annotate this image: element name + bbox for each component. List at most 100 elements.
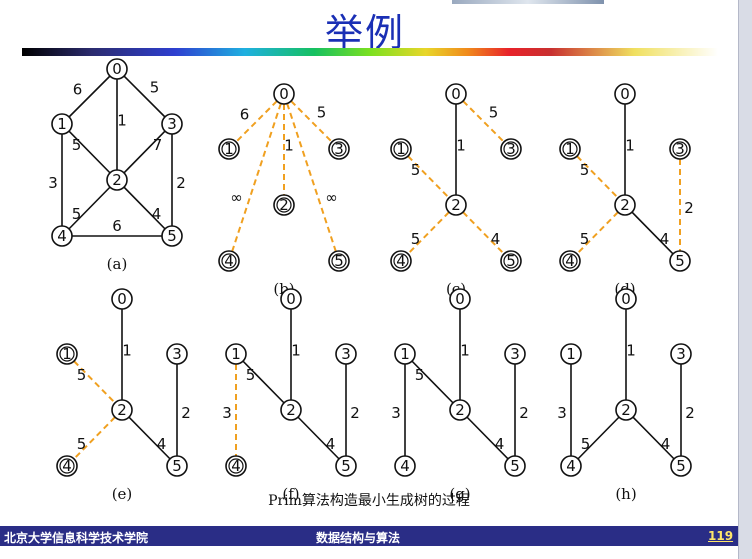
vertex-5: 5: [669, 250, 691, 272]
vertex-4: 4: [560, 455, 582, 477]
footer-institution: 北京大学信息科学技术学院: [4, 531, 149, 545]
vertex-5: 5: [161, 225, 183, 247]
edge-weight-2-4: 5: [77, 435, 87, 453]
edge-1-2: [66, 353, 123, 411]
edge-weight-3-5: 2: [519, 404, 529, 422]
bottom-strip: [0, 546, 738, 559]
edge-weight-1-2: 5: [77, 366, 87, 384]
vertex-4: 4: [218, 250, 240, 272]
graph-step-1: 6 515 73524601234 5(a): [48, 58, 186, 273]
edge-weight-0-2: 1: [625, 137, 635, 155]
edge-weight-2-4: 5: [580, 230, 590, 248]
edge-weight-3-5: 2: [181, 404, 191, 422]
edge-weight-0-3: 5: [489, 104, 499, 122]
graph-step-4: 14552012345(d): [559, 83, 694, 298]
vertex-4: 4: [51, 225, 73, 247]
vertex-label: 2: [286, 401, 296, 419]
vertex-label: 1: [566, 345, 576, 363]
edge-weight-1-2: 5: [415, 366, 425, 384]
edge-weight-0-1: 6: [240, 106, 250, 124]
edge-2-5: [459, 409, 516, 467]
footer-bar: 北京大学信息科学技术学院 数据结构与算法 119: [0, 526, 738, 546]
vertex-4: 4: [225, 455, 247, 477]
edge-weight-1-2: 5: [580, 161, 590, 179]
edge-weight-2-5: 4: [495, 435, 505, 453]
vertex-label: 0: [279, 85, 289, 103]
vertex-3: 3: [335, 343, 357, 365]
vertex-label: 1: [62, 345, 72, 363]
edge-0-1: [61, 68, 118, 125]
edge-2-5: [290, 409, 347, 467]
figure-caption: Prim算法构造最小生成树的过程: [268, 493, 470, 509]
vertex-2: 2: [449, 399, 471, 421]
edge-weight-0-3: 5: [150, 79, 160, 97]
vertex-5: 5: [335, 455, 357, 477]
graph-step-6: 1425301234 5(f): [222, 288, 360, 503]
vertex-label: 3: [675, 140, 685, 158]
page-number-link[interactable]: 119: [708, 529, 733, 543]
vertex-1: 1: [560, 343, 582, 365]
edge-1-2: [404, 353, 461, 411]
edge-weight-2-3: 7: [153, 136, 163, 154]
edge-2-5: [624, 204, 681, 262]
edge-0-1: [228, 93, 285, 150]
vertex-label: 2: [621, 401, 631, 419]
edge-2-5: [121, 409, 178, 467]
edge-0-5: [283, 93, 340, 262]
edge-weight-3-5: 2: [176, 174, 186, 192]
vertex-0: 0: [449, 288, 471, 310]
vertex-label: 2: [112, 171, 122, 189]
vertex-3: 3: [328, 138, 350, 160]
vertex-5: 5: [328, 250, 350, 272]
vertex-3: 3: [161, 113, 183, 135]
edge-1-2: [400, 148, 457, 206]
edge-weight-2-5: 4: [661, 435, 671, 453]
vertex-label: 3: [172, 345, 182, 363]
vertex-label: 5: [334, 252, 344, 270]
edge-weight-0-3: 5: [317, 104, 327, 122]
edge-weight-1-4: 3: [557, 404, 567, 422]
vertex-label: 1: [57, 115, 67, 133]
vertex-4: 4: [394, 455, 416, 477]
vertex-5: 5: [166, 455, 188, 477]
edge-weight-0-2: 1: [460, 342, 470, 360]
vertex-label: 1: [396, 140, 406, 158]
vertex-label: 4: [396, 252, 406, 270]
edge-weight-2-5: 4: [491, 230, 501, 248]
edge-weight-0-5: ∞: [325, 189, 338, 207]
panel-label: (a): [107, 255, 128, 273]
edge-2-4: [569, 204, 626, 262]
edge-weight-0-2: 1: [291, 342, 301, 360]
edge-weight-0-2: 1: [456, 137, 466, 155]
vertex-label: 5: [510, 457, 520, 475]
vertex-3: 3: [166, 343, 188, 365]
vertex-5: 5: [670, 455, 692, 477]
edge-weight-1-4: 3: [391, 404, 401, 422]
edge-2-5: [455, 204, 512, 262]
vertex-label: 2: [455, 401, 465, 419]
graph-step-8: 1425301234 5(h): [557, 288, 695, 503]
vertex-2: 2: [615, 399, 637, 421]
vertex-1: 1: [390, 138, 412, 160]
vertex-1: 1: [394, 343, 416, 365]
vertex-label: 1: [231, 345, 241, 363]
vertex-0: 0: [111, 288, 133, 310]
edge-weight-4-5: 6: [112, 217, 122, 235]
edge-2-4: [400, 204, 457, 262]
vertex-3: 3: [504, 343, 526, 365]
vertex-label: 4: [62, 457, 72, 475]
vertex-label: 2: [117, 401, 127, 419]
vertex-0: 0: [614, 83, 636, 105]
edge-weight-1-4: 3: [48, 174, 58, 192]
vertex-label: 5: [676, 457, 686, 475]
vertex-label: 0: [620, 85, 630, 103]
vertex-0: 0: [273, 83, 295, 105]
vertex-3: 3: [670, 343, 692, 365]
graph-step-3: 15554012345(c): [390, 83, 522, 298]
vertex-label: 5: [341, 457, 351, 475]
edge-2-3: [116, 123, 173, 181]
edge-weight-1-2: 5: [72, 136, 82, 154]
edge-weight-0-1: 6: [73, 81, 83, 99]
vertex-1: 1: [559, 138, 581, 160]
edge-weight-0-2: 1: [626, 342, 636, 360]
